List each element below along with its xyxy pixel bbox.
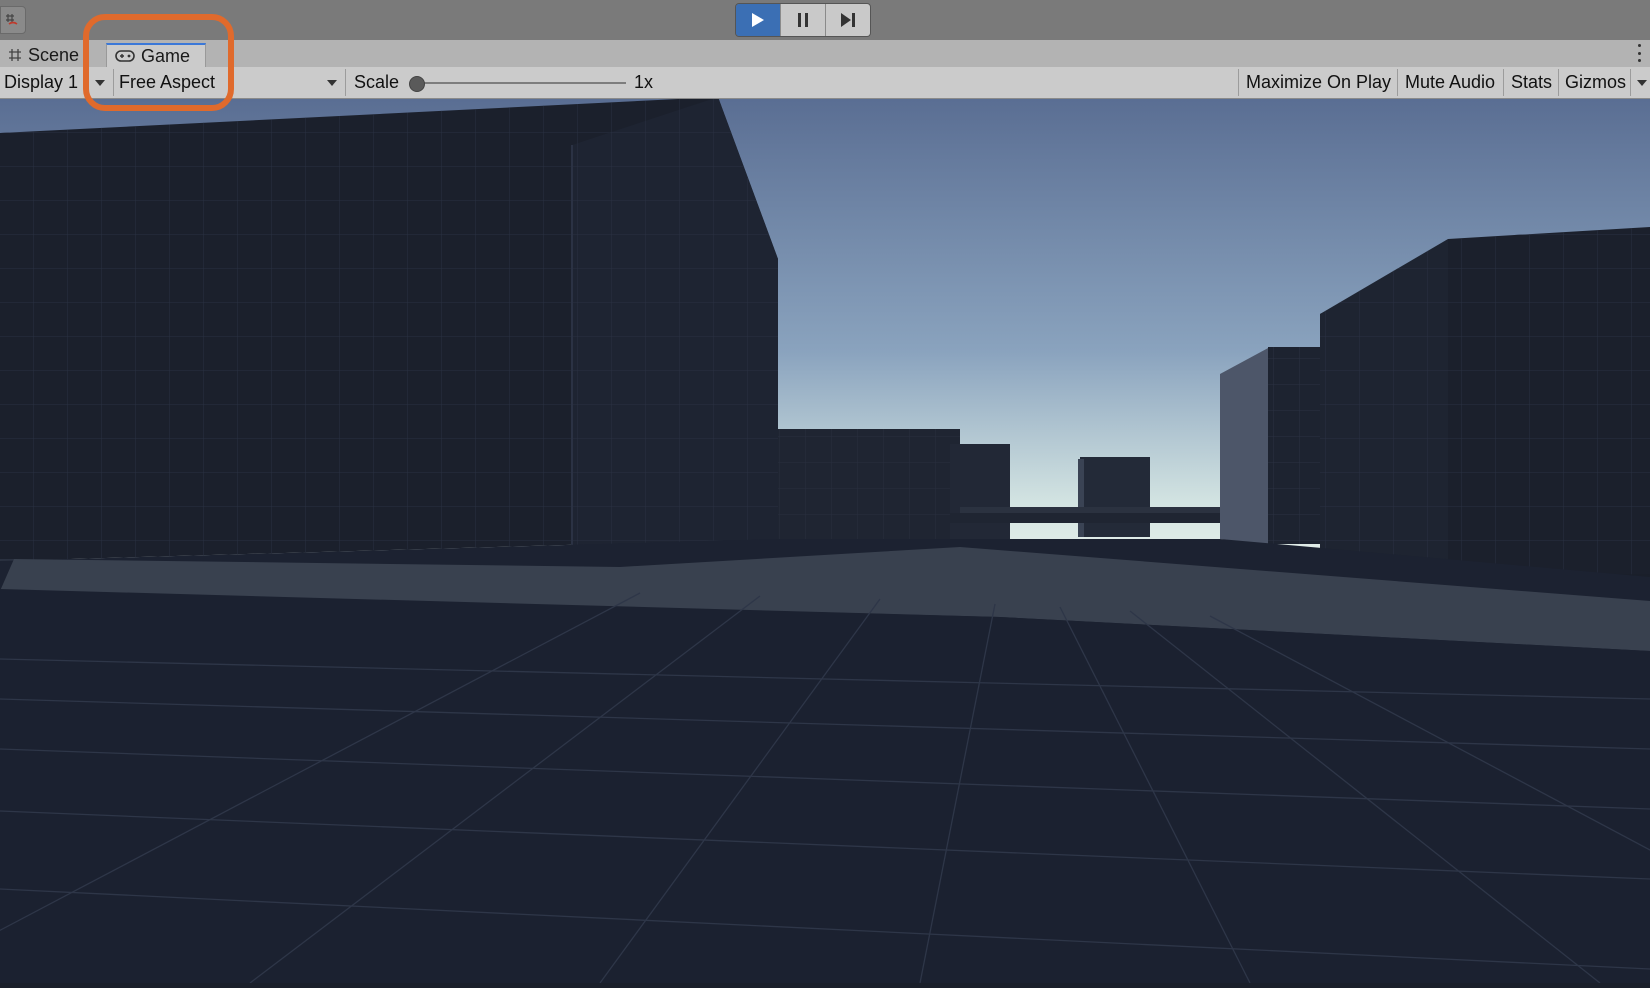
step-button[interactable] bbox=[825, 4, 870, 36]
tab-bar: Scene Game bbox=[0, 40, 1650, 68]
scale-value: 1x bbox=[634, 67, 653, 98]
game-viewport[interactable] bbox=[0, 97, 1650, 984]
scale-label-text: Scale bbox=[354, 72, 400, 92]
chevron-down-icon bbox=[1637, 79, 1647, 86]
gizmos-toggle[interactable]: Gizmos bbox=[1565, 67, 1626, 98]
gizmos-dropdown-arrow[interactable] bbox=[1637, 67, 1647, 98]
layout-button[interactable] bbox=[0, 6, 26, 34]
layout-icon bbox=[6, 14, 18, 25]
pause-icon bbox=[798, 13, 808, 27]
step-icon bbox=[841, 13, 855, 27]
mute-audio-label: Mute Audio bbox=[1405, 72, 1496, 92]
scale-value-text: 1x bbox=[634, 72, 654, 92]
scale-slider-track[interactable] bbox=[410, 82, 626, 84]
mute-audio-toggle[interactable]: Mute Audio bbox=[1405, 67, 1495, 98]
gizmos-label: Gizmos bbox=[1565, 72, 1627, 92]
aspect-dropdown-arrow[interactable] bbox=[327, 67, 337, 98]
left-building bbox=[0, 97, 778, 589]
ground-plane bbox=[0, 539, 1650, 984]
more-options-icon[interactable] bbox=[1638, 44, 1642, 62]
highlight-outline bbox=[83, 14, 234, 111]
scale-slider-thumb[interactable] bbox=[409, 76, 425, 92]
stats-label: Stats bbox=[1511, 72, 1553, 92]
display-label: Display 1 bbox=[4, 72, 79, 92]
play-button[interactable] bbox=[736, 4, 780, 36]
maximize-on-play-toggle[interactable]: Maximize On Play bbox=[1246, 67, 1391, 98]
grid-icon bbox=[8, 48, 22, 62]
tab-scene-label: Scene bbox=[28, 44, 80, 65]
display-dropdown[interactable]: Display 1 bbox=[4, 67, 78, 98]
stats-toggle[interactable]: Stats bbox=[1511, 67, 1552, 98]
top-toolbar bbox=[0, 0, 1650, 41]
maximize-on-play-label: Maximize On Play bbox=[1246, 72, 1392, 92]
playback-controls bbox=[735, 3, 871, 37]
game-toolbar: Display 1 Free Aspect Scale 1x Maximize … bbox=[0, 67, 1650, 99]
scale-label: Scale bbox=[354, 67, 399, 98]
play-icon bbox=[752, 13, 764, 27]
chevron-down-icon bbox=[327, 79, 337, 86]
pause-button[interactable] bbox=[780, 4, 825, 36]
game-render bbox=[0, 97, 1650, 984]
